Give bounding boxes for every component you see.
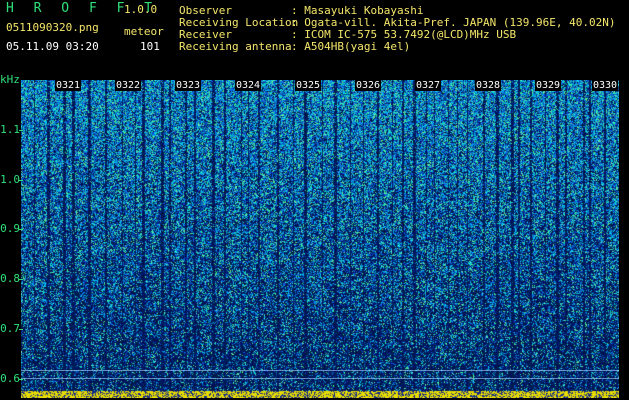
time-mark: 0324 <box>235 80 262 91</box>
reference-line <box>21 378 619 379</box>
y-axis-unit: kHz <box>0 73 20 86</box>
reference-line <box>21 370 619 371</box>
y-tick-mark <box>19 279 23 280</box>
time-mark: 0330 <box>592 80 619 91</box>
y-tick-mark <box>19 329 23 330</box>
app-version: 1.0.0 <box>124 3 158 16</box>
detection-label: meteor <box>124 25 164 38</box>
header-panel: H R O F F T 1.0.0 0511090320.png meteor … <box>0 0 629 80</box>
time-mark: 0328 <box>475 80 502 91</box>
y-tick-label: 0.7 <box>0 322 20 335</box>
y-tick-label: 1.1 <box>0 123 20 136</box>
antenna-value: : A504HB(yagi 4el) <box>291 40 411 53</box>
time-mark: 0326 <box>355 80 382 91</box>
y-tick-label: 0.9 <box>0 222 20 235</box>
time-mark: 0321 <box>55 80 82 91</box>
y-tick-mark <box>19 130 23 131</box>
time-mark: 0322 <box>115 80 142 91</box>
time-mark: 0325 <box>295 80 322 91</box>
y-tick-mark <box>19 180 23 181</box>
image-filename: 0511090320.png <box>6 21 99 34</box>
y-tick-mark <box>19 379 23 380</box>
y-tick-label: 0.6 <box>0 372 20 385</box>
spectrogram-plot <box>21 80 619 398</box>
y-tick-mark <box>19 229 23 230</box>
time-mark: 0329 <box>535 80 562 91</box>
image-datetime: 05.11.09 03:20 <box>6 40 99 53</box>
antenna-label: Receiving antenna <box>179 40 292 53</box>
time-mark: 0327 <box>415 80 442 91</box>
detection-count: 101 <box>140 40 160 53</box>
y-tick-label: 1.0 <box>0 173 20 186</box>
y-tick-label: 0.8 <box>0 272 20 285</box>
time-mark: 0323 <box>175 80 202 91</box>
